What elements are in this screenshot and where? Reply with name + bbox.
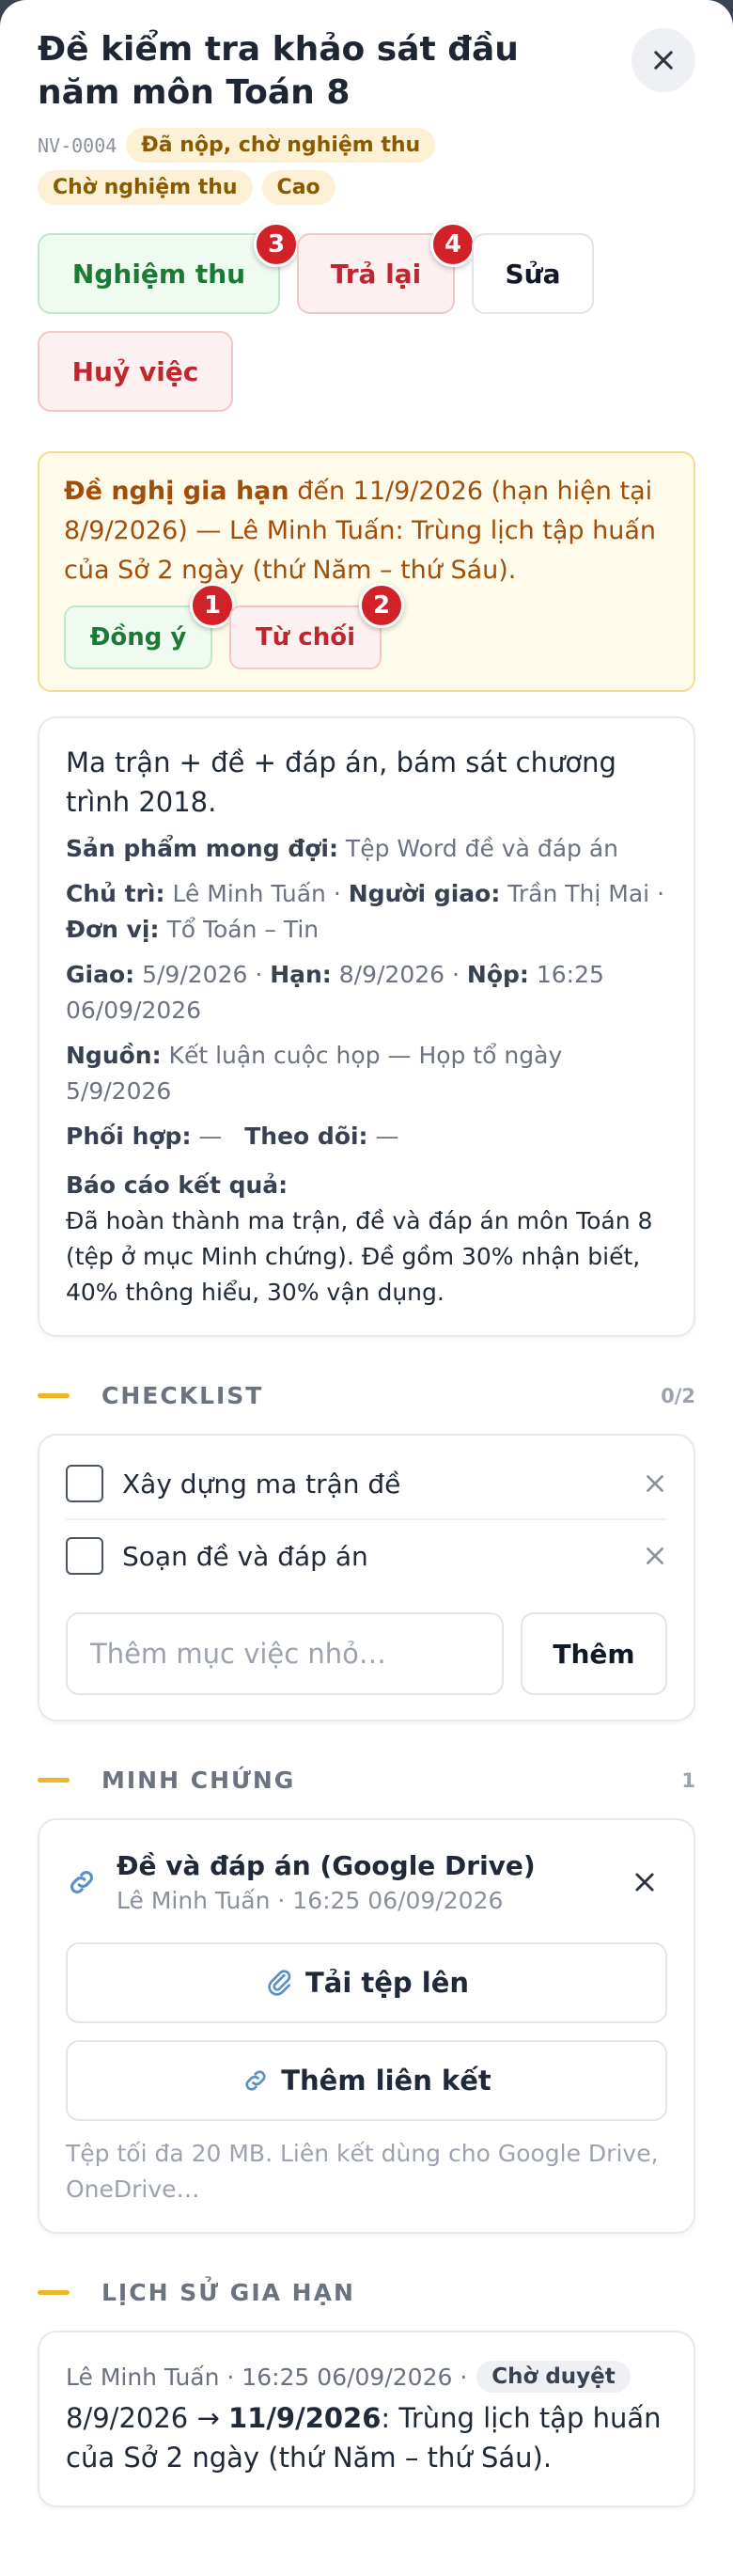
checklist-item-label: Xây dựng ma trận đề (122, 1468, 401, 1500)
history-card: Lê Minh Tuấn · 16:25 06/09/2026 · Chờ du… (38, 2331, 695, 2507)
reject-step-badge: 2 (359, 583, 404, 628)
return-button-label: Trả lại (330, 258, 422, 290)
collaboration-row: Phối hợp: — Theo dõi: — (66, 1123, 399, 1150)
evidence-item-meta: Lê Minh Tuấn · 16:25 06/09/2026 (117, 1887, 504, 1914)
expected-output-row: Sản phẩm mong đợi: Tệp Word đề và đáp án (66, 835, 619, 862)
return-button[interactable]: Trả lại 4 (297, 222, 476, 314)
approve-extension-label: Đồng ý (89, 623, 187, 652)
link-icon (245, 2070, 266, 2091)
checklist-checkbox[interactable] (66, 1465, 103, 1502)
report-label: Báo cáo kết quả: (66, 1171, 289, 1199)
extension-request-box: Đề nghị gia hạn đến 11/9/2026 (hạn hiện … (38, 451, 695, 692)
checklist-item: Xây dựng ma trận đề (66, 1449, 667, 1520)
checklist-item-label: Soạn đề và đáp án (122, 1540, 368, 1572)
history-section-header: LỊCH SỬ GIA HẠN (38, 2279, 695, 2306)
action-bar: Nghiệm thu 3 Trả lại 4 Sửa Huỷ việc (38, 222, 695, 412)
checklist-item: Soạn đề và đáp án (66, 1520, 667, 1592)
return-step-badge: 4 (430, 222, 476, 267)
task-title: Đề kiểm tra khảo sát đầu năm môn Toán 8 (38, 30, 519, 112)
checklist-card: Xây dựng ma trận đề Soạn đề và đáp án Th… (38, 1434, 695, 1721)
stage-badge: Chờ nghiệm thu (38, 170, 253, 205)
extension-request-text: Đề nghị gia hạn đến 11/9/2026 (hạn hiện … (64, 472, 669, 590)
report-text: Đã hoàn thành ma trận, đề và đáp án môn … (66, 1207, 653, 1306)
evidence-hint: Tệp tối đa 20 MB. Liên kết dùng cho Goog… (66, 2140, 659, 2203)
checklist-title: CHECKLIST (101, 1382, 264, 1409)
close-icon (654, 51, 673, 70)
task-description: Ma trận + đề + đáp án, bám sát chương tr… (66, 746, 616, 818)
evidence-card: Đề và đáp án (Google Drive) Lê Minh Tuấn… (38, 1818, 695, 2234)
checklist-section-header: CHECKLIST 0/2 (38, 1382, 695, 1409)
evidence-count: 1 (681, 1768, 695, 1792)
cancel-task-button-label: Huỷ việc (71, 355, 199, 387)
cancel-task-button[interactable]: Huỷ việc (38, 331, 233, 412)
paperclip-icon (268, 1970, 291, 1996)
people-row: Chủ trì: Lê Minh Tuấn · Người giao: Trần… (66, 880, 665, 943)
close-button[interactable] (632, 28, 695, 92)
upload-file-label: Tải tệp lên (304, 1967, 470, 1999)
task-meta: NV-0004 Đã nộp, chờ nghiệm thu Chờ nghiệ… (38, 128, 526, 205)
source-row: Nguồn: Kết luận cuộc họp — Họp tổ ngày 5… (66, 1042, 563, 1105)
reject-extension-label: Từ chối (256, 623, 355, 652)
extension-heading: Đề nghị gia hạn (64, 477, 289, 506)
checklist-new-item-input[interactable] (66, 1612, 504, 1695)
history-entry-meta: Lê Minh Tuấn · 16:25 06/09/2026 · Chờ du… (66, 2361, 667, 2393)
section-accent (38, 1778, 70, 1783)
dates-row: Giao: 5/9/2026 · Hạn: 8/9/2026 · Nộp: 16… (66, 961, 604, 1024)
checklist-add-button[interactable]: Thêm (521, 1612, 667, 1695)
task-details-card: Ma trận + đề + đáp án, bám sát chương tr… (38, 716, 695, 1337)
checklist-add-row: Thêm (66, 1612, 667, 1695)
remove-item-icon[interactable] (643, 1544, 667, 1568)
remove-evidence-icon[interactable] (632, 1869, 658, 1895)
history-entry-author: Lê Minh Tuấn · 16:25 06/09/2026 · (66, 2363, 468, 2391)
evidence-item-name[interactable]: Đề và đáp án (Google Drive) (117, 1850, 632, 1881)
task-detail-sheet: Đề kiểm tra khảo sát đầu năm môn Toán 8 … (0, 0, 733, 2576)
approve-extension-button[interactable]: Đồng ý 1 (64, 583, 235, 669)
checklist-count: 0/2 (661, 1384, 695, 1407)
approve-step-badge: 1 (190, 583, 235, 628)
history-status-badge: Chờ duyệt (476, 2361, 631, 2393)
section-accent (38, 2290, 70, 2295)
history-title: LỊCH SỬ GIA HẠN (101, 2279, 355, 2306)
add-link-label: Thêm liên kết (281, 2065, 491, 2097)
accept-button[interactable]: Nghiệm thu 3 (38, 222, 299, 314)
link-icon (70, 1870, 94, 1894)
reject-extension-button[interactable]: Từ chối 2 (229, 583, 404, 669)
evidence-item: Đề và đáp án (Google Drive) Lê Minh Tuấn… (66, 1845, 667, 1925)
add-link-button[interactable]: Thêm liên kết (66, 2040, 667, 2121)
section-accent (38, 1393, 70, 1398)
accept-step-badge: 3 (254, 222, 299, 267)
history-entry-text: 8/9/2026 → 11/9/2026: Trùng lịch tập huấ… (66, 2402, 662, 2474)
edit-button-label: Sửa (505, 258, 561, 290)
evidence-title: MINH CHỨNG (101, 1767, 296, 1794)
priority-badge: Cao (261, 170, 335, 205)
evidence-item-info: Đề và đáp án (Google Drive) Lê Minh Tuấn… (117, 1850, 632, 1914)
status-badge: Đã nộp, chờ nghiệm thu (126, 128, 436, 163)
checklist-checkbox[interactable] (66, 1537, 103, 1575)
extension-actions: Đồng ý 1 Từ chối 2 (64, 583, 669, 669)
upload-file-button[interactable]: Tải tệp lên (66, 1942, 667, 2023)
accept-button-label: Nghiệm thu (71, 258, 246, 290)
edit-button[interactable]: Sửa (472, 233, 594, 314)
remove-item-icon[interactable] (643, 1471, 667, 1496)
evidence-section-header: MINH CHỨNG 1 (38, 1767, 695, 1794)
task-code: NV-0004 (38, 134, 117, 157)
